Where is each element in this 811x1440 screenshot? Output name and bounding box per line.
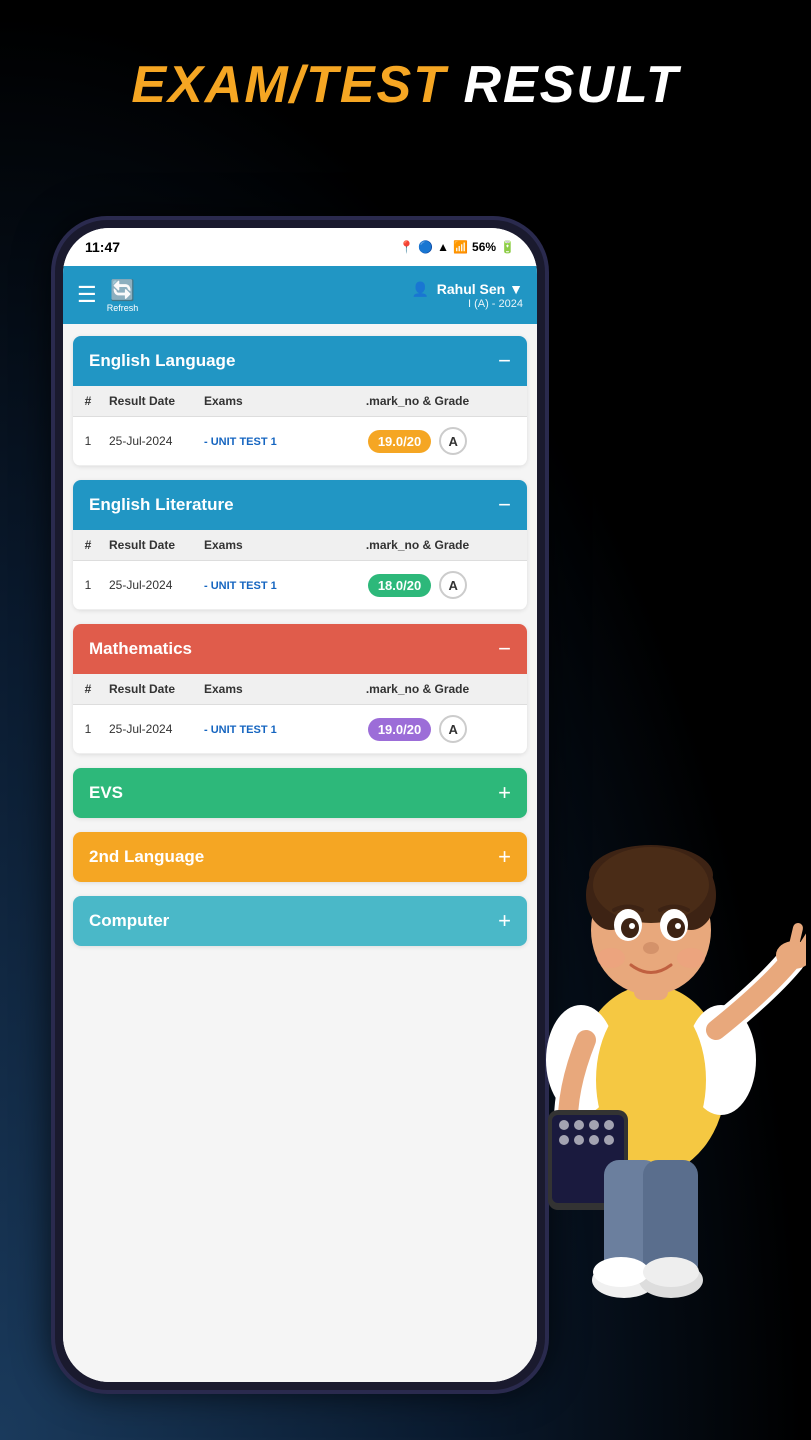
wifi-icon: ▲: [437, 240, 449, 254]
subject-name-2nd-language: 2nd Language: [89, 847, 204, 867]
grade-circle: A: [439, 571, 467, 599]
col-num: #: [73, 530, 103, 561]
col-exams: Exams: [198, 386, 308, 417]
table-header-row: # Result Date Exams .mark_no & Grade: [73, 674, 527, 705]
phone-inner: 11:47 📍 🔵 ▲ 📶 56% 🔋 ☰ 🔄 Refresh: [63, 228, 537, 1382]
subject-header-mathematics[interactable]: Mathematics −: [73, 624, 527, 674]
subject-name-computer: Computer: [89, 911, 169, 931]
app-header: ☰ 🔄 Refresh 👤 Rahul Sen ▼ I (A) - 2024: [63, 266, 537, 324]
row-num: 1: [73, 705, 103, 754]
phone-frame: 11:47 📍 🔵 ▲ 📶 56% 🔋 ☰ 🔄 Refresh: [55, 220, 545, 1390]
table-header-row: # Result Date Exams .mark_no & Grade: [73, 386, 527, 417]
row-exam[interactable]: - UNIT TEST 1: [198, 417, 308, 466]
col-date: Result Date: [103, 674, 198, 705]
signal-icon: 📶: [453, 240, 468, 254]
menu-button[interactable]: ☰: [77, 282, 97, 308]
grade-circle: A: [439, 427, 467, 455]
table-row: 1 25-Jul-2024 - UNIT TEST 1 19.0/20 A: [73, 705, 527, 754]
subject-name-english-literature: English Literature: [89, 495, 234, 515]
subject-header-2nd-language[interactable]: 2nd Language +: [73, 832, 527, 882]
character-illustration: [491, 700, 811, 1320]
subject-name-mathematics: Mathematics: [89, 639, 192, 659]
col-num: #: [73, 674, 103, 705]
subject-section-evs: EVS +: [73, 768, 527, 818]
battery-text: 56%: [472, 240, 496, 254]
subject-header-evs[interactable]: EVS +: [73, 768, 527, 818]
bluetooth-icon: 🔵: [418, 240, 433, 254]
row-num: 1: [73, 417, 103, 466]
header-class: I (A) - 2024: [411, 298, 523, 310]
subject-section-english-literature: English Literature − # Result Date Exams…: [73, 480, 527, 610]
subject-header-english-language[interactable]: English Language −: [73, 336, 527, 386]
subject-section-english-language: English Language − # Result Date Exams .…: [73, 336, 527, 466]
battery-icon: 🔋: [500, 240, 515, 254]
collapse-icon-english-language[interactable]: −: [498, 348, 511, 374]
title-result: RESULT: [463, 56, 679, 114]
user-icon: 👤: [411, 281, 428, 297]
row-marks-grade: 19.0/20 A: [308, 417, 527, 466]
result-table-english-language: # Result Date Exams .mark_no & Grade 1 2…: [73, 386, 527, 466]
row-date: 25-Jul-2024: [103, 705, 198, 754]
subject-section-computer: Computer +: [73, 896, 527, 946]
content-area[interactable]: English Language − # Result Date Exams .…: [63, 324, 537, 1382]
status-time: 11:47: [85, 239, 120, 255]
collapse-icon-mathematics[interactable]: −: [498, 636, 511, 662]
result-table-english-literature: # Result Date Exams .mark_no & Grade 1 2…: [73, 530, 527, 610]
header-right: 👤 Rahul Sen ▼ I (A) - 2024: [411, 281, 523, 310]
location-icon: 📍: [399, 240, 414, 254]
col-exams: Exams: [198, 530, 308, 561]
marks-badge: 19.0/20: [368, 718, 431, 741]
header-user: 👤 Rahul Sen ▼: [411, 281, 523, 298]
col-marks-grade: .mark_no & Grade: [308, 386, 527, 417]
dropdown-icon[interactable]: ▼: [509, 281, 523, 297]
col-num: #: [73, 386, 103, 417]
page-title: EXAM/TEST RESULT: [0, 55, 811, 115]
refresh-label: Refresh: [107, 303, 139, 313]
subject-name-english-language: English Language: [89, 351, 235, 371]
marks-badge: 18.0/20: [368, 574, 431, 597]
table-header-row: # Result Date Exams .mark_no & Grade: [73, 530, 527, 561]
status-bar: 11:47 📍 🔵 ▲ 📶 56% 🔋: [63, 228, 537, 266]
subject-name-evs: EVS: [89, 783, 123, 803]
subject-section-mathematics: Mathematics − # Result Date Exams .mark_…: [73, 624, 527, 754]
header-left: ☰ 🔄 Refresh: [77, 278, 138, 313]
subject-section-2nd-language: 2nd Language +: [73, 832, 527, 882]
subject-header-english-literature[interactable]: English Literature −: [73, 480, 527, 530]
result-table-mathematics: # Result Date Exams .mark_no & Grade 1 2…: [73, 674, 527, 754]
grade-circle: A: [439, 715, 467, 743]
col-exams: Exams: [198, 674, 308, 705]
row-exam[interactable]: - UNIT TEST 1: [198, 561, 308, 610]
col-date: Result Date: [103, 530, 198, 561]
status-icons: 📍 🔵 ▲ 📶 56% 🔋: [399, 240, 515, 254]
row-date: 25-Jul-2024: [103, 417, 198, 466]
subject-header-computer[interactable]: Computer +: [73, 896, 527, 946]
row-date: 25-Jul-2024: [103, 561, 198, 610]
col-date: Result Date: [103, 386, 198, 417]
row-marks-grade: 18.0/20 A: [308, 561, 527, 610]
character-svg: [496, 700, 806, 1320]
refresh-button[interactable]: 🔄 Refresh: [107, 278, 139, 313]
row-exam[interactable]: - UNIT TEST 1: [198, 705, 308, 754]
row-num: 1: [73, 561, 103, 610]
col-marks-grade: .mark_no & Grade: [308, 530, 527, 561]
marks-badge: 19.0/20: [368, 430, 431, 453]
title-exam: EXAM/TEST: [131, 56, 447, 114]
collapse-icon-english-literature[interactable]: −: [498, 492, 511, 518]
refresh-icon: 🔄: [110, 278, 135, 303]
table-row: 1 25-Jul-2024 - UNIT TEST 1 18.0/20 A: [73, 561, 527, 610]
table-row: 1 25-Jul-2024 - UNIT TEST 1 19.0/20 A: [73, 417, 527, 466]
